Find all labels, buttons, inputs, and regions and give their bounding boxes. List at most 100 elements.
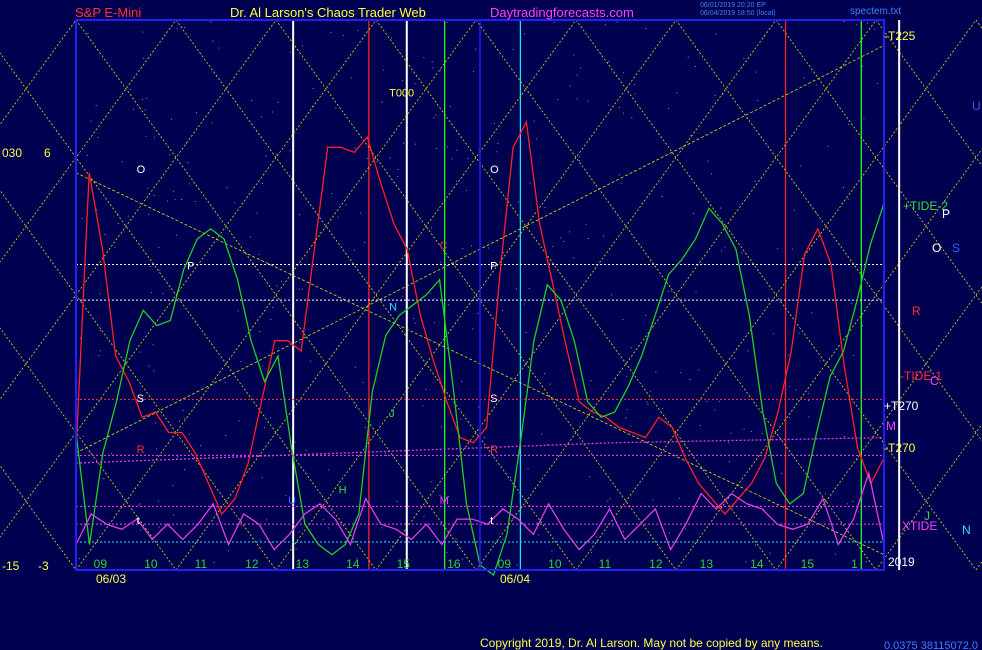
star-dot <box>238 420 240 422</box>
x-tick-label: 14 <box>750 557 764 571</box>
star-dot <box>234 202 236 204</box>
star-dot <box>383 69 385 71</box>
star-dot <box>403 142 405 144</box>
star-dot <box>685 528 687 530</box>
star-dot <box>811 312 813 314</box>
star-dot <box>301 45 303 47</box>
star-dot <box>540 433 542 435</box>
star-dot <box>188 433 190 435</box>
star-dot <box>655 371 657 373</box>
star-dot <box>523 303 525 305</box>
star-dot <box>808 416 810 418</box>
header-stamp-2: 06/04/2019 18:50 (local) <box>700 10 776 17</box>
star-dot <box>446 22 448 24</box>
star-dot <box>843 186 845 188</box>
x-tick-label: 11 <box>195 557 208 571</box>
star-dot <box>603 235 605 237</box>
star-dot <box>299 213 301 215</box>
star-dot <box>563 240 565 242</box>
star-dot <box>276 154 278 156</box>
x-tick-label: 11 <box>599 557 612 571</box>
star-dot <box>153 370 155 372</box>
star-dot <box>310 360 312 362</box>
marker-u: U <box>288 495 296 507</box>
star-dot <box>477 312 479 314</box>
star-dot <box>99 330 101 332</box>
star-dot <box>396 500 398 502</box>
star-dot <box>590 552 592 554</box>
star-dot <box>846 503 848 505</box>
star-dot <box>827 145 829 147</box>
star-dot <box>148 365 150 367</box>
marker-t: t <box>490 515 493 527</box>
star-dot <box>269 417 271 419</box>
star-dot <box>769 552 771 554</box>
star-dot <box>328 469 330 471</box>
star-dot <box>195 112 197 114</box>
star-dot <box>698 369 700 371</box>
star-dot <box>114 246 116 248</box>
star-dot <box>861 325 863 327</box>
star-dot <box>549 262 551 264</box>
star-dot <box>414 83 416 85</box>
star-dot <box>695 291 697 293</box>
right-label: 2019 <box>888 555 915 569</box>
star-dot <box>625 417 627 419</box>
star-dot <box>451 158 453 160</box>
star-dot <box>228 549 230 551</box>
marker-p: P <box>187 261 194 273</box>
star-dot <box>173 514 175 516</box>
star-dot <box>515 288 517 290</box>
star-dot <box>337 216 339 218</box>
star-dot <box>127 215 129 217</box>
star-dot <box>145 135 147 137</box>
star-dot <box>430 481 432 483</box>
star-dot <box>391 37 393 39</box>
star-dot <box>819 360 821 362</box>
star-dot <box>99 350 101 352</box>
star-dot <box>432 67 434 69</box>
star-dot <box>400 300 402 302</box>
star-dot <box>527 468 529 470</box>
star-dot <box>569 85 571 87</box>
right-label: R <box>912 304 921 318</box>
star-dot <box>516 564 518 566</box>
marker-o: O <box>137 164 146 176</box>
star-dot <box>456 149 458 151</box>
star-dot <box>544 207 546 209</box>
star-dot <box>620 182 622 184</box>
star-dot <box>478 406 480 408</box>
star-dot <box>110 453 112 455</box>
star-dot <box>158 246 160 248</box>
chart-canvas: O P S Rt U T000 N J H C M Rt O P S S&P E-Mini Dr. Al L… <box>0 0 982 650</box>
star-dot <box>456 314 458 316</box>
star-dot <box>631 117 633 119</box>
star-dot <box>612 525 614 527</box>
star-dot <box>184 418 186 420</box>
star-dot <box>357 30 359 32</box>
star-dot <box>103 478 105 480</box>
star-dot <box>502 309 504 311</box>
star-dot <box>189 183 191 185</box>
x-tick-label: 10 <box>548 557 562 571</box>
star-dot <box>79 558 81 560</box>
star-dot <box>727 442 729 444</box>
star-dot <box>431 227 433 229</box>
star-dot <box>843 435 845 437</box>
star-dot <box>87 32 89 34</box>
star-dot <box>858 511 860 513</box>
star-dot <box>616 21 618 23</box>
right-label: +T270 <box>884 399 919 413</box>
star-dot <box>699 425 701 427</box>
star-dot <box>434 322 436 324</box>
star-dot <box>757 100 759 102</box>
star-dot <box>724 246 726 248</box>
star-dot <box>289 150 291 152</box>
star-dot <box>147 187 149 189</box>
star-dot <box>512 48 514 50</box>
star-dot <box>710 173 712 175</box>
star-dot <box>455 262 457 264</box>
marker-s: S <box>490 393 497 405</box>
y-label-left-bottom-b: -3 <box>38 559 49 573</box>
star-dot <box>650 390 652 392</box>
